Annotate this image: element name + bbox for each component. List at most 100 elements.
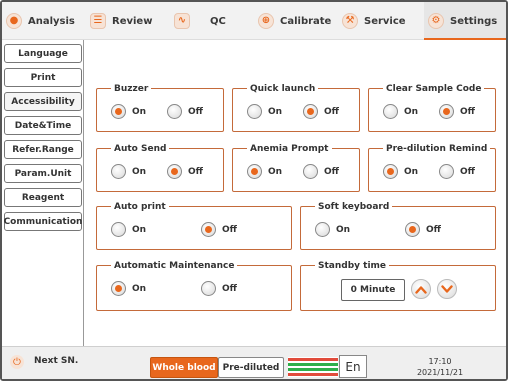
automatic-maintenance-on-radio[interactable]: On (111, 281, 146, 296)
nav-service[interactable]: ⚒ Service (342, 2, 406, 40)
status-bar-line (288, 368, 338, 371)
radio-button[interactable] (201, 281, 216, 296)
analysis-icon: ● (6, 13, 22, 29)
pre-dilution-remind-on-radio[interactable]: On (383, 164, 418, 179)
radio-button[interactable] (111, 104, 126, 119)
sidebar-item-communication[interactable]: Communication (4, 212, 82, 231)
settings-sidebar: Language Print Accessibility Date&Time R… (2, 40, 84, 346)
auto-print-on-radio[interactable]: On (111, 222, 146, 237)
soft-keyboard-off-radio[interactable]: Off (405, 222, 441, 237)
group-title: Auto print (111, 202, 169, 212)
group-title: Standby time (315, 261, 390, 271)
option-label: On (268, 166, 283, 177)
quick-launch-off-radio[interactable]: Off (303, 104, 339, 119)
pre-diluted-button[interactable]: Pre-diluted (218, 357, 284, 378)
buzzer-on-radio[interactable]: On (111, 104, 146, 119)
pre-dilution-remind-group: Pre-dilution Remind On Off (368, 144, 496, 192)
standby-up-button[interactable] (411, 279, 431, 299)
option-label: On (404, 106, 419, 117)
sidebar-item-language[interactable]: Language (4, 44, 82, 63)
group-title: Clear Sample Code (383, 84, 485, 94)
language-button[interactable]: En (339, 355, 367, 378)
nav-label: Service (364, 15, 406, 27)
radio-button[interactable] (303, 104, 318, 119)
radio-button[interactable] (111, 281, 126, 296)
nav-review[interactable]: ☰ Review (90, 2, 152, 40)
anemia-prompt-off-radio[interactable]: Off (303, 164, 339, 179)
option-label: On (132, 224, 147, 235)
power-icon[interactable]: ⏻ (10, 355, 24, 369)
next-sn-label: Next SN. (34, 356, 79, 366)
nav-label: QC (210, 15, 226, 27)
radio-button[interactable] (405, 222, 420, 237)
anemia-prompt-group: Anemia Prompt On Off (232, 144, 360, 192)
buzzer-off-radio[interactable]: Off (167, 104, 203, 119)
chevron-up-icon (415, 285, 427, 294)
clock-date: 2021/11/21 (416, 368, 464, 377)
option-label: On (404, 166, 419, 177)
sidebar-item-reagent[interactable]: Reagent (4, 188, 82, 207)
status-bar-line (288, 373, 338, 376)
buzzer-group: Buzzer On Off (96, 84, 224, 132)
radio-button[interactable] (383, 164, 398, 179)
sidebar-item-refer-range[interactable]: Refer.Range (4, 140, 82, 159)
radio-button[interactable] (201, 222, 216, 237)
radio-button[interactable] (247, 104, 262, 119)
option-label: Off (188, 166, 203, 177)
radio-button[interactable] (247, 164, 262, 179)
option-label: On (132, 283, 147, 294)
nav-qc[interactable]: ∿ QC (174, 2, 226, 40)
radio-button[interactable] (303, 164, 318, 179)
nav-calibrate[interactable]: ⊕ Calibrate (258, 2, 331, 40)
auto-send-on-radio[interactable]: On (111, 164, 146, 179)
radio-button[interactable] (315, 222, 330, 237)
radio-button[interactable] (111, 164, 126, 179)
review-icon: ☰ (90, 13, 106, 29)
group-title: Auto Send (111, 144, 170, 154)
automatic-maintenance-off-radio[interactable]: Off (201, 281, 237, 296)
radio-button[interactable] (439, 164, 454, 179)
radio-button[interactable] (167, 104, 182, 119)
status-bar: ⏻ Next SN. Whole blood Pre-diluted En 17… (2, 346, 506, 379)
nav-label: Analysis (28, 15, 75, 27)
nav-label: Settings (450, 15, 498, 27)
radio-button[interactable] (383, 104, 398, 119)
nav-analysis[interactable]: ● Analysis (6, 2, 75, 40)
pre-dilution-remind-off-radio[interactable]: Off (439, 164, 475, 179)
option-label: Off (222, 224, 237, 235)
radio-button[interactable] (167, 164, 182, 179)
group-title: Automatic Maintenance (111, 261, 238, 271)
auto-send-group: Auto Send On Off (96, 144, 224, 192)
radio-button[interactable] (439, 104, 454, 119)
option-label: Off (324, 106, 339, 117)
nav-settings[interactable]: ⚙ Settings (424, 2, 506, 40)
option-label: On (132, 166, 147, 177)
soft-keyboard-group: Soft keyboard On Off (300, 202, 496, 250)
clear-sample-code-on-radio[interactable]: On (383, 104, 418, 119)
sidebar-item-param-unit[interactable]: Param.Unit (4, 164, 82, 183)
auto-send-off-radio[interactable]: Off (167, 164, 203, 179)
option-label: On (336, 224, 351, 235)
standby-time-field[interactable]: 0 Minute (341, 279, 405, 301)
nav-label: Calibrate (280, 15, 332, 27)
gear-icon: ⚙ (428, 13, 444, 29)
radio-selected-dot (205, 226, 212, 233)
group-title: Anemia Prompt (247, 144, 332, 154)
soft-keyboard-on-radio[interactable]: On (315, 222, 350, 237)
sidebar-item-accessibility[interactable]: Accessibility (4, 92, 82, 111)
standby-down-button[interactable] (437, 279, 457, 299)
sidebar-item-date-time[interactable]: Date&Time (4, 116, 82, 135)
reagent-status-indicator (288, 357, 338, 377)
auto-print-off-radio[interactable]: Off (201, 222, 237, 237)
clear-sample-code-off-radio[interactable]: Off (439, 104, 475, 119)
standby-time-group: Standby time 0 Minute (300, 261, 496, 311)
status-bar-line (288, 363, 338, 366)
quick-launch-on-radio[interactable]: On (247, 104, 282, 119)
sidebar-item-print[interactable]: Print (4, 68, 82, 87)
anemia-prompt-on-radio[interactable]: On (247, 164, 282, 179)
radio-selected-dot (409, 226, 416, 233)
group-title: Soft keyboard (315, 202, 393, 212)
radio-button[interactable] (111, 222, 126, 237)
accessibility-panel: Buzzer On Off Quick launch On Off Clear … (84, 40, 506, 346)
whole-blood-button[interactable]: Whole blood (150, 357, 218, 378)
